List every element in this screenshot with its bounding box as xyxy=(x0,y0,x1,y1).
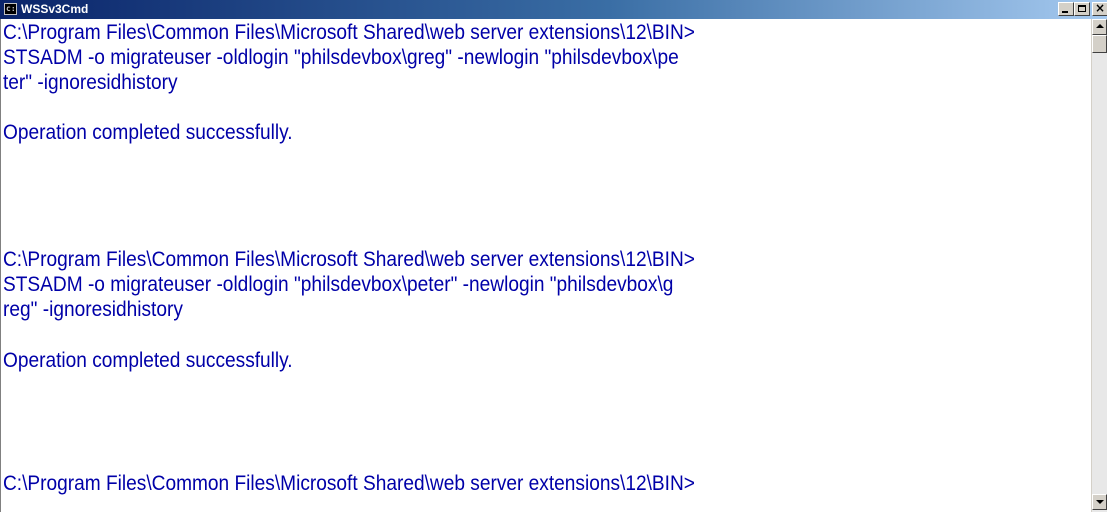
close-icon: × xyxy=(1095,1,1106,15)
vertical-scrollbar[interactable] xyxy=(1091,19,1107,512)
console-window: c:\ WSSv3Cmd × C:\Program Files\Common F… xyxy=(0,0,1107,512)
maximize-button[interactable] xyxy=(1074,2,1090,16)
console-line: C:\Program Files\Common Files\Microsoft … xyxy=(3,21,695,44)
arrow-up-icon xyxy=(1096,24,1104,28)
scroll-thumb[interactable] xyxy=(1092,35,1107,53)
console-icon[interactable]: c:\ xyxy=(4,3,17,15)
scroll-down-button[interactable] xyxy=(1092,494,1107,510)
console-line: STSADM -o migrateuser -oldlogin "philsde… xyxy=(3,46,679,69)
console-line: ter" -ignoresidhistory xyxy=(3,71,178,94)
console-line: C:\Program Files\Common Files\Microsoft … xyxy=(3,472,695,495)
title-bar[interactable]: c:\ WSSv3Cmd × xyxy=(0,0,1107,19)
console-line: Operation completed successfully. xyxy=(3,349,293,372)
minimize-icon xyxy=(1062,11,1068,13)
scroll-up-button[interactable] xyxy=(1092,19,1107,35)
close-button[interactable]: × xyxy=(1092,1,1107,16)
maximize-icon xyxy=(1078,5,1086,12)
window-title: WSSv3Cmd xyxy=(21,2,89,16)
arrow-down-icon xyxy=(1096,500,1104,504)
console-line: Operation completed successfully. xyxy=(3,121,293,144)
console-output[interactable]: C:\Program Files\Common Files\Microsoft … xyxy=(0,19,1091,512)
console-line: reg" -ignoresidhistory xyxy=(3,298,183,321)
minimize-button[interactable] xyxy=(1058,2,1074,16)
console-line: C:\Program Files\Common Files\Microsoft … xyxy=(3,248,695,271)
console-line: STSADM -o migrateuser -oldlogin "philsde… xyxy=(3,273,674,296)
